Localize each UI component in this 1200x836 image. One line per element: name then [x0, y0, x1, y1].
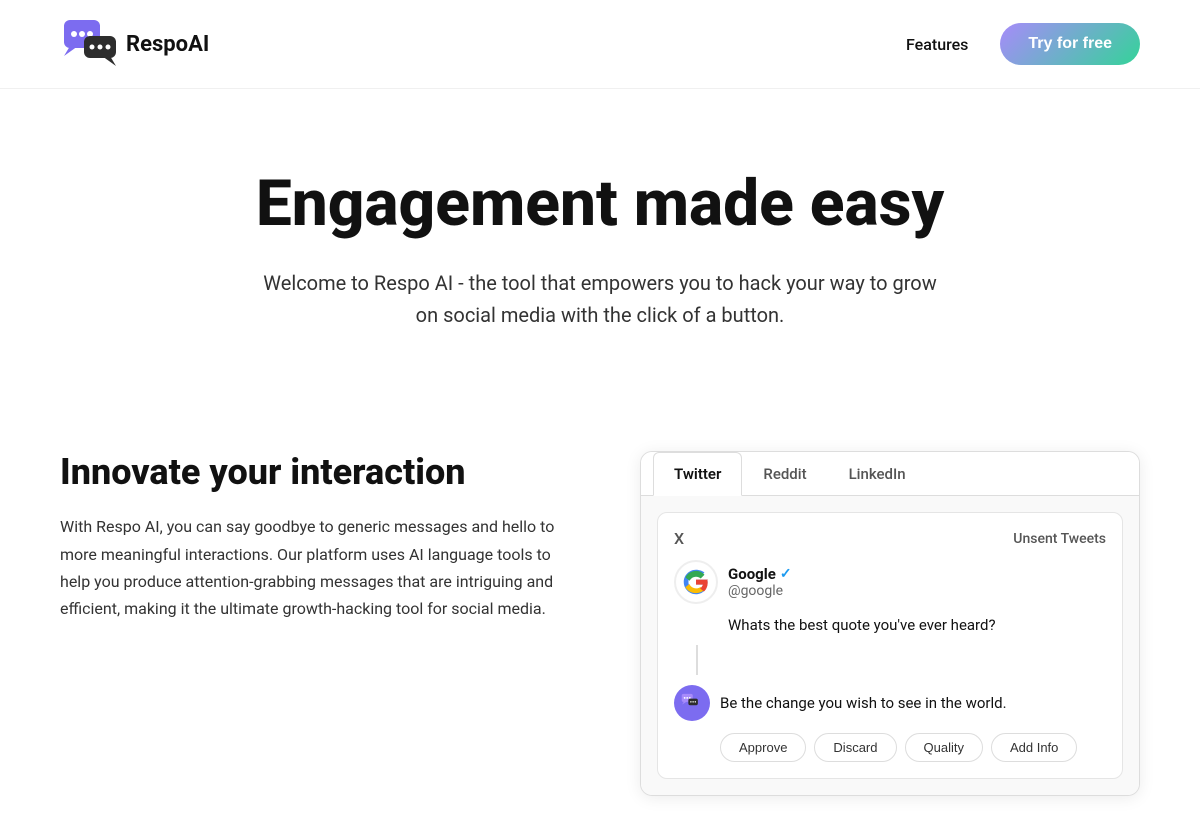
- demo-tabs: Twitter Reddit LinkedIn: [641, 452, 1139, 496]
- reply-avatar: [674, 685, 710, 721]
- navbar: RespoAI Features Try for free: [0, 0, 1200, 89]
- avatar: [674, 560, 718, 604]
- hero-section: Engagement made easy Welcome to Respo AI…: [0, 89, 1200, 391]
- tab-twitter[interactable]: Twitter: [653, 452, 742, 496]
- tweet-thread-divider: [696, 645, 1106, 675]
- google-g-icon: [682, 568, 710, 596]
- reply-text: Be the change you wish to see in the wor…: [720, 694, 1007, 712]
- demo-content: X Unsent Tweets: [641, 496, 1139, 795]
- hero-subtext: Welcome to Respo AI - the tool that empo…: [250, 267, 950, 331]
- add-info-button[interactable]: Add Info: [991, 733, 1077, 762]
- reply-row: Be the change you wish to see in the wor…: [674, 685, 1106, 721]
- verified-icon: ✓: [780, 566, 792, 582]
- approve-button[interactable]: Approve: [720, 733, 806, 762]
- demo-panel: Twitter Reddit LinkedIn X Unsent Tweets: [640, 451, 1140, 796]
- logo-icon: [60, 18, 120, 70]
- author-handle: @google: [728, 583, 792, 599]
- tweet-x-label: X: [674, 529, 684, 548]
- discard-button[interactable]: Discard: [814, 733, 896, 762]
- tweet-header: X Unsent Tweets: [674, 529, 1106, 548]
- try-for-free-button[interactable]: Try for free: [1000, 23, 1140, 65]
- logo-area: RespoAI: [60, 18, 209, 70]
- tweet-author: Google ✓ @google: [674, 560, 1106, 604]
- tab-reddit[interactable]: Reddit: [742, 452, 827, 496]
- respoai-mini-icon: [681, 692, 703, 714]
- features-heading: Innovate your interaction: [60, 451, 580, 493]
- author-info: Google ✓ @google: [728, 565, 792, 599]
- tweet-card: X Unsent Tweets: [657, 512, 1123, 779]
- tweet-unsent-label: Unsent Tweets: [1013, 531, 1106, 547]
- features-link[interactable]: Features: [906, 35, 968, 54]
- nav-right: Features Try for free: [906, 23, 1140, 65]
- author-name: Google ✓: [728, 565, 792, 583]
- reply-buttons: Approve Discard Quality Add Info: [674, 733, 1106, 762]
- features-section: Innovate your interaction With Respo AI,…: [0, 391, 1200, 836]
- features-left: Innovate your interaction With Respo AI,…: [60, 451, 580, 622]
- quality-button[interactable]: Quality: [905, 733, 983, 762]
- tweet-question: Whats the best quote you've ever heard?: [674, 614, 1106, 637]
- features-body: With Respo AI, you can say goodbye to ge…: [60, 513, 580, 622]
- tab-linkedin[interactable]: LinkedIn: [828, 452, 927, 496]
- logo-text: RespoAI: [126, 32, 209, 57]
- hero-headline: Engagement made easy: [60, 169, 1140, 239]
